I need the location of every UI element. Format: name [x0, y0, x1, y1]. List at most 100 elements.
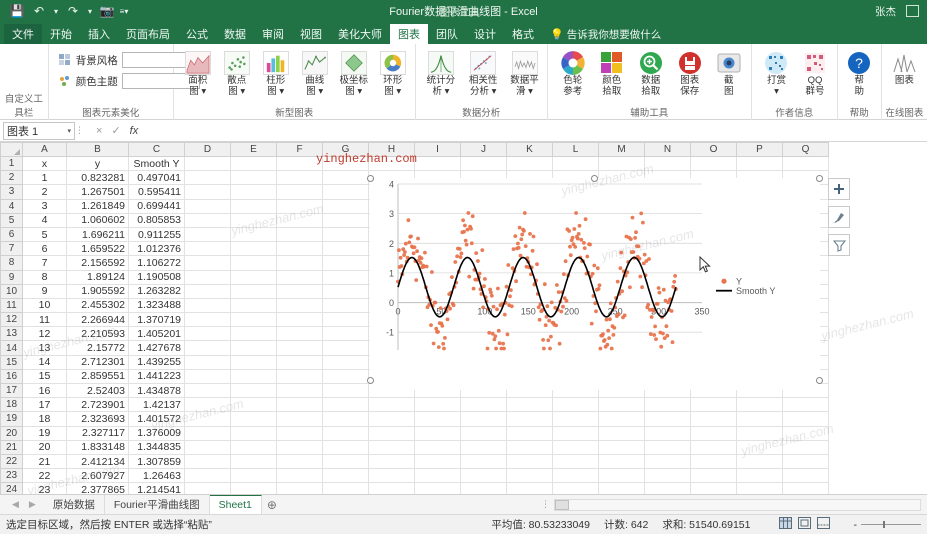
tab-insert[interactable]: 插入 [80, 24, 118, 44]
row-header-15[interactable]: 15 [0, 354, 23, 370]
cell-N1[interactable] [644, 156, 691, 172]
cell-L18[interactable] [552, 397, 599, 413]
cell-C13[interactable]: 1.405201 [128, 326, 185, 342]
add-sheet-button[interactable]: ⊕ [262, 498, 282, 512]
insert-function-icon[interactable]: fx [130, 125, 139, 137]
cell-H21[interactable] [368, 440, 415, 455]
cell-C23[interactable]: 1.26463 [128, 468, 185, 484]
sheet-tab-sheet1[interactable]: Sheet1 [209, 495, 262, 514]
cell-L1[interactable] [552, 156, 599, 172]
row-header-1[interactable]: 1 [0, 155, 23, 172]
cell-M22[interactable] [598, 454, 645, 470]
cell-K21[interactable] [506, 440, 553, 455]
cell-A4[interactable]: 3 [22, 199, 67, 214]
cell-B2[interactable]: 0.823281 [66, 170, 129, 186]
cell-P23[interactable] [736, 468, 783, 484]
cell-D11[interactable] [184, 298, 231, 314]
cell-C19[interactable]: 1.401572 [128, 411, 185, 427]
cell-G13[interactable] [322, 326, 369, 342]
zoom-knob[interactable] [883, 521, 885, 528]
qq-group-button[interactable]: QQ 群号 [796, 48, 834, 98]
tab-beautify-master[interactable]: 美化大师 [330, 24, 390, 44]
cell-F8[interactable] [276, 255, 323, 271]
cell-M21[interactable] [598, 440, 645, 455]
cell-F1[interactable] [276, 156, 323, 172]
cell-D16[interactable] [184, 369, 231, 385]
area-chart-button[interactable]: 面积图 ▾ [179, 48, 217, 98]
cell-Q23[interactable] [782, 468, 829, 484]
table-row[interactable]: 24 23 2.377865 1.214541 [0, 482, 829, 494]
cell-E6[interactable] [230, 227, 277, 243]
cell-C8[interactable]: 1.106272 [128, 255, 185, 271]
cell-F14[interactable] [276, 340, 323, 356]
cell-B10[interactable]: 1.905592 [66, 284, 129, 299]
cell-A14[interactable]: 13 [22, 340, 67, 356]
cell-O20[interactable] [690, 426, 737, 441]
cell-G10[interactable] [322, 284, 369, 299]
cell-D9[interactable] [184, 270, 231, 285]
cell-F5[interactable] [276, 213, 323, 228]
cell-Q24[interactable] [782, 482, 829, 494]
cell-D21[interactable] [184, 440, 231, 455]
cell-D23[interactable] [184, 468, 231, 484]
table-row[interactable]: 21 20 1.833148 1.344835 [0, 439, 829, 455]
cell-F21[interactable] [276, 440, 323, 455]
cell-E5[interactable] [230, 213, 277, 228]
cell-E11[interactable] [230, 298, 277, 314]
column-header-Q[interactable]: Q [782, 142, 829, 157]
cell-B9[interactable]: 1.89124 [66, 270, 129, 285]
cell-J20[interactable] [460, 426, 507, 441]
cell-D14[interactable] [184, 340, 231, 356]
cell-G22[interactable] [322, 454, 369, 470]
row-header-8[interactable]: 8 [0, 255, 23, 271]
cell-G8[interactable] [322, 255, 369, 271]
screenshot-button[interactable]: 截图 [710, 48, 748, 98]
cell-K24[interactable] [506, 482, 553, 494]
cell-F7[interactable] [276, 241, 323, 257]
cell-G9[interactable] [322, 270, 369, 285]
cell-A5[interactable]: 4 [22, 213, 67, 228]
cell-L19[interactable] [552, 411, 599, 427]
zoom-track[interactable] [861, 521, 921, 528]
column-header-G[interactable]: G [322, 142, 369, 157]
sheet-nav-next-icon[interactable]: ▶ [29, 499, 36, 510]
cell-C6[interactable]: 0.911255 [128, 227, 185, 243]
help-button[interactable]: ? 帮助 [841, 48, 878, 98]
name-box-dropdown-icon[interactable]: ▾ [67, 127, 71, 135]
cell-A3[interactable]: 2 [22, 184, 67, 200]
cell-B6[interactable]: 1.696211 [66, 227, 129, 243]
cell-B1[interactable]: y [66, 156, 129, 172]
row-header-7[interactable]: 7 [0, 241, 23, 257]
tab-chart[interactable]: 图表 [390, 24, 428, 44]
cell-B3[interactable]: 1.267501 [66, 184, 129, 200]
horizontal-scrollbar[interactable]: ⋮ [541, 498, 921, 511]
cell-G20[interactable] [322, 426, 369, 441]
cell-O1[interactable] [690, 156, 737, 172]
row-header-24[interactable]: 24 [0, 482, 23, 494]
undo-icon[interactable]: ↶ [28, 2, 50, 20]
chart-save-button[interactable]: 图表 保存 [671, 48, 709, 98]
cell-C22[interactable]: 1.307859 [128, 454, 185, 470]
table-row[interactable]: 1 x y Smooth Y [0, 155, 829, 172]
cell-C17[interactable]: 1.434878 [128, 383, 185, 399]
cell-J19[interactable] [460, 411, 507, 427]
chart-handle-nw[interactable] [367, 175, 374, 182]
chart-canvas[interactable]: -1012340 50 100 150 200 250 300 350YSmooth Y [370, 178, 820, 390]
cell-Q19[interactable] [782, 411, 829, 427]
cell-N18[interactable] [644, 397, 691, 413]
cell-I24[interactable] [414, 482, 461, 494]
cell-B12[interactable]: 2.266944 [66, 312, 129, 328]
cell-B14[interactable]: 2.15772 [66, 340, 129, 356]
cell-C3[interactable]: 0.595411 [128, 184, 185, 200]
tab-format[interactable]: 格式 [504, 24, 542, 44]
cell-O18[interactable] [690, 397, 737, 413]
tab-data[interactable]: 数据 [216, 24, 254, 44]
cell-E16[interactable] [230, 369, 277, 385]
color-picker-button[interactable]: 颜色 拾取 [593, 48, 631, 98]
cell-D17[interactable] [184, 383, 231, 399]
page-break-view-icon[interactable] [816, 517, 830, 532]
cell-H19[interactable] [368, 411, 415, 427]
hscroll-track[interactable] [554, 498, 921, 511]
cell-C12[interactable]: 1.370719 [128, 312, 185, 328]
cell-B5[interactable]: 1.060602 [66, 213, 129, 228]
